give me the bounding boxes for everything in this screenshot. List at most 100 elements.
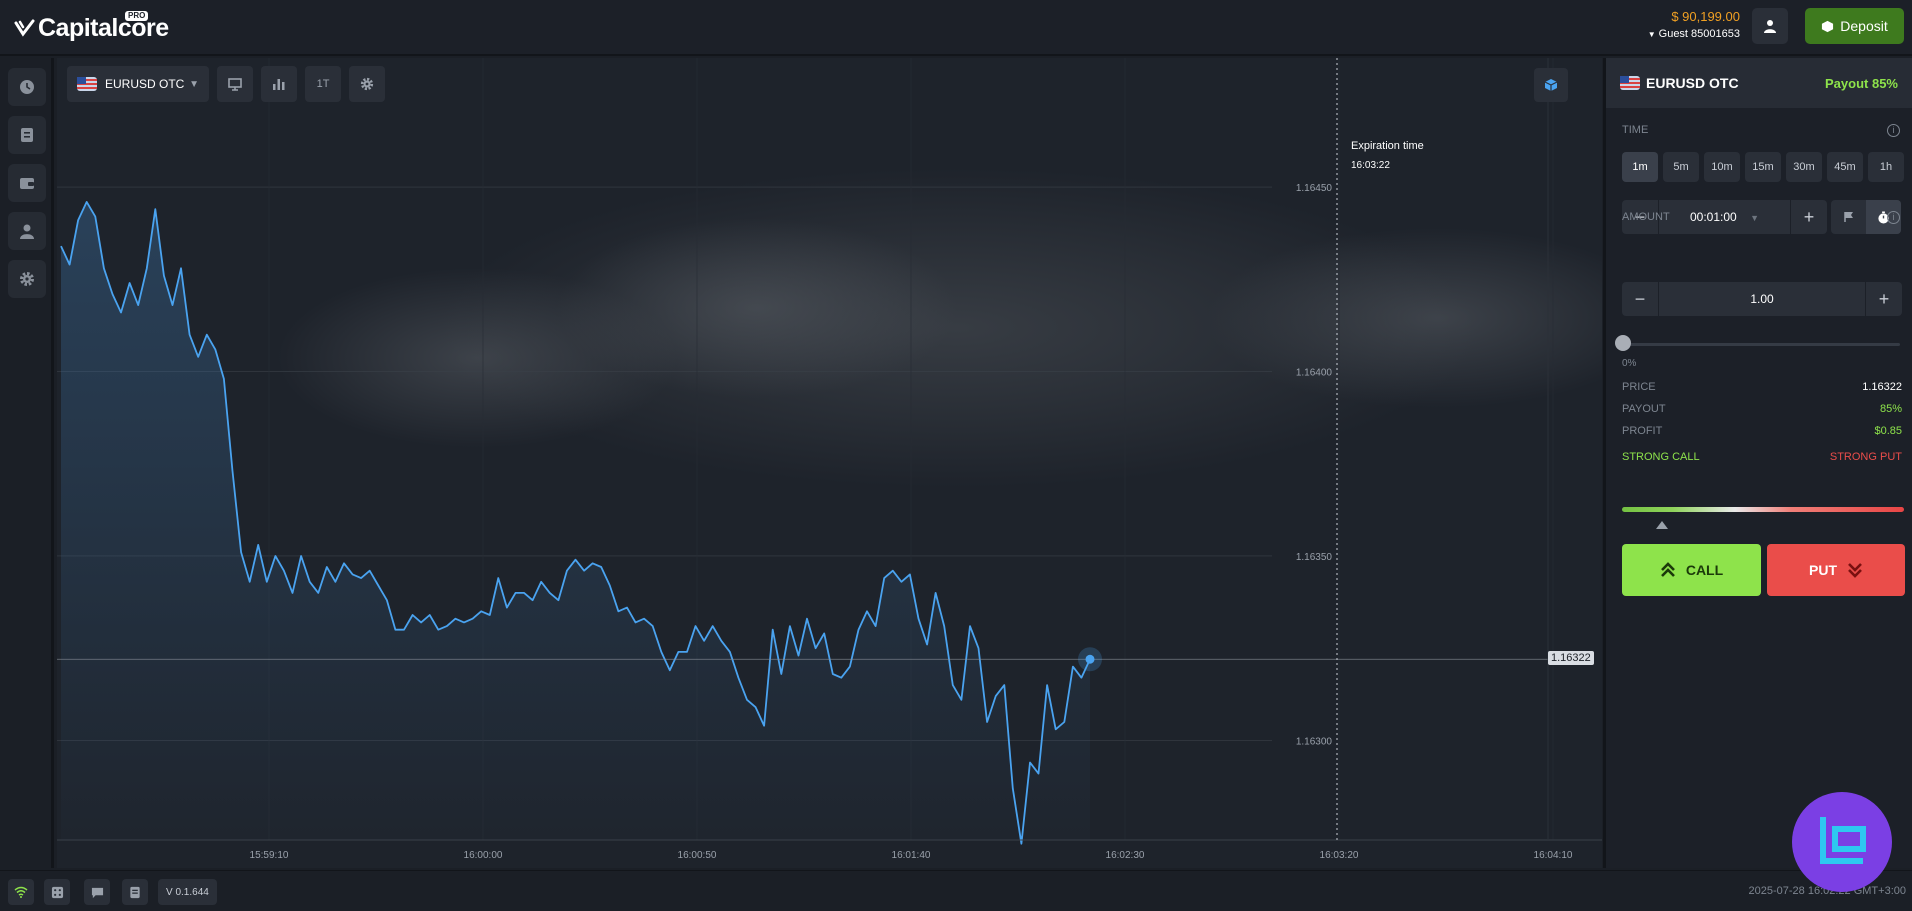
chevron-down-icon: ▼ [1750,213,1759,223]
stat-key: PAYOUT [1622,403,1666,415]
amount-slider-percent: 0% [1622,358,1637,369]
version-badge: V 0.1.644 [158,879,217,905]
random-button[interactable] [44,879,70,905]
time-tab-45m[interactable]: 45m [1827,152,1863,182]
x-tick-label: 16:00:00 [464,850,503,861]
current-point [1085,654,1095,664]
price-chart[interactable]: 1.16450 1.16400 1.16350 1.16300 15:59:10 16:0… [57,58,1602,868]
sidebar-item-history[interactable] [8,68,46,106]
stat-value: 85% [1879,403,1902,415]
y-tick-label: 1.16350 [1296,552,1333,563]
us-flag-icon [1620,76,1640,90]
chevron-down-icon: ▼ [189,78,199,90]
bar-chart-icon [273,79,285,90]
cube-icon [1822,20,1834,32]
expiration-time: 16:03:22 [1351,160,1390,171]
amount-increase-button[interactable]: + [1866,282,1902,316]
amount-stepper: − 1.00 + [1622,282,1902,316]
logo-text: Capitalcore [38,13,169,42]
amount-slider[interactable] [1622,343,1900,346]
sentiment-bar [1622,507,1904,512]
smoke-background [277,168,1602,488]
bottom-bar: V 0.1.644 2025-07-28 16:02:22 GMT+3:00 [0,870,1912,911]
pair-selector[interactable]: EURUSD OTC ▼ [67,66,209,102]
logo-icon [14,19,35,37]
duration-value: 00:01:00 [1690,210,1737,224]
chart-3d-button[interactable] [1534,68,1568,102]
user-icon [1764,20,1776,33]
wifi-icon [14,886,28,898]
duration-increase-button[interactable]: + [1791,200,1827,234]
double-chevron-down-icon [1848,563,1862,578]
sentiment-marker [1656,521,1668,529]
x-tick-label: 16:04:10 [1534,850,1573,861]
trade-panel: EURUSD OTC Payout 85% TIME i 1m 5m 10m 1… [1603,58,1912,868]
user-icon [20,224,34,239]
sentiment-labels: STRONG CALL STRONG PUT [1622,451,1902,463]
sidebar-item-trades[interactable] [8,116,46,154]
amount-decrease-button[interactable]: − [1622,282,1658,316]
stat-value: 1.16322 [1862,381,1902,393]
deposit-button[interactable]: Deposit [1805,8,1904,44]
x-tick-label: 16:00:50 [678,850,717,861]
put-label: PUT [1809,562,1837,578]
call-button[interactable]: CALL [1622,544,1761,596]
user-button[interactable] [1752,8,1788,44]
cube-icon [1544,79,1558,91]
amount-slider-knob[interactable] [1615,335,1631,351]
site-watermark-logo [1792,792,1892,892]
document-button[interactable] [122,879,148,905]
timeframe-button[interactable]: 1T [305,66,341,102]
logo[interactable]: Capitalcore PRO [14,11,169,44]
time-tab-15m[interactable]: 15m [1745,152,1781,182]
balance-block[interactable]: $ 90,199.00 ▼ Guest 85001653 [1620,9,1740,40]
chart-toolbar: EURUSD OTC ▼ 1T [67,66,385,102]
strong-call-label: STRONG CALL [1622,451,1700,463]
info-icon[interactable]: i [1887,211,1900,224]
brand-logo-icon [1820,817,1866,864]
us-flag-icon [77,77,97,91]
account-id: Guest 85001653 [1658,28,1740,40]
logo-pro-badge: PRO [125,11,149,21]
x-tick-label: 16:03:20 [1320,850,1359,861]
put-button[interactable]: PUT [1767,544,1905,596]
strong-put-label: STRONG PUT [1829,451,1902,463]
time-tab-30m[interactable]: 30m [1786,152,1822,182]
info-icon[interactable]: i [1887,124,1900,137]
stat-row-profit: PROFIT $0.85 [1622,425,1902,437]
sidebar-item-profile[interactable] [8,212,46,250]
time-tab-1m[interactable]: 1m [1622,152,1658,182]
account-selector[interactable]: ▼ Guest 85001653 [1620,28,1740,40]
connection-button[interactable] [8,879,34,905]
wallet-icon [20,178,34,189]
time-label: TIME [1622,124,1649,136]
deposit-label: Deposit [1840,18,1888,34]
fixed-time-button[interactable] [1831,200,1866,234]
chart-type-button[interactable] [261,66,297,102]
duration-field[interactable]: 00:01:00 ▼ [1658,200,1791,234]
y-tick-label: 1.16400 [1296,368,1333,379]
time-tab-5m[interactable]: 5m [1663,152,1699,182]
dice-icon [51,886,63,898]
chat-button[interactable] [84,879,110,905]
indicators-button[interactable] [217,66,253,102]
panel-header: EURUSD OTC Payout 85% [1606,58,1912,108]
expiration-title: Expiration time [1351,140,1424,152]
amount-input[interactable]: 1.00 [1658,282,1866,316]
x-tick-label: 15:59:10 [250,850,289,861]
top-bar: Capitalcore PRO $ 90,199.00 ▼ Guest 85001… [0,0,1912,56]
time-tab-10m[interactable]: 10m [1704,152,1740,182]
y-tick-label: 1.16450 [1296,183,1333,194]
sidebar-item-settings[interactable] [8,260,46,298]
chart-area[interactable]: 1.16450 1.16400 1.16350 1.16300 15:59:10 16:0… [57,58,1602,868]
stat-row-payout: PAYOUT 85% [1622,403,1902,415]
flag-icon [1843,212,1853,222]
stat-key: PRICE [1622,381,1656,393]
current-price-tag: 1.16322 [1548,651,1594,666]
caret-down-icon: ▼ [1647,30,1656,39]
call-label: CALL [1685,562,1724,578]
time-tab-1h[interactable]: 1h [1868,152,1904,182]
chart-settings-button[interactable] [349,66,385,102]
stat-key: PROFIT [1622,425,1663,437]
sidebar-item-wallet[interactable] [8,164,46,202]
